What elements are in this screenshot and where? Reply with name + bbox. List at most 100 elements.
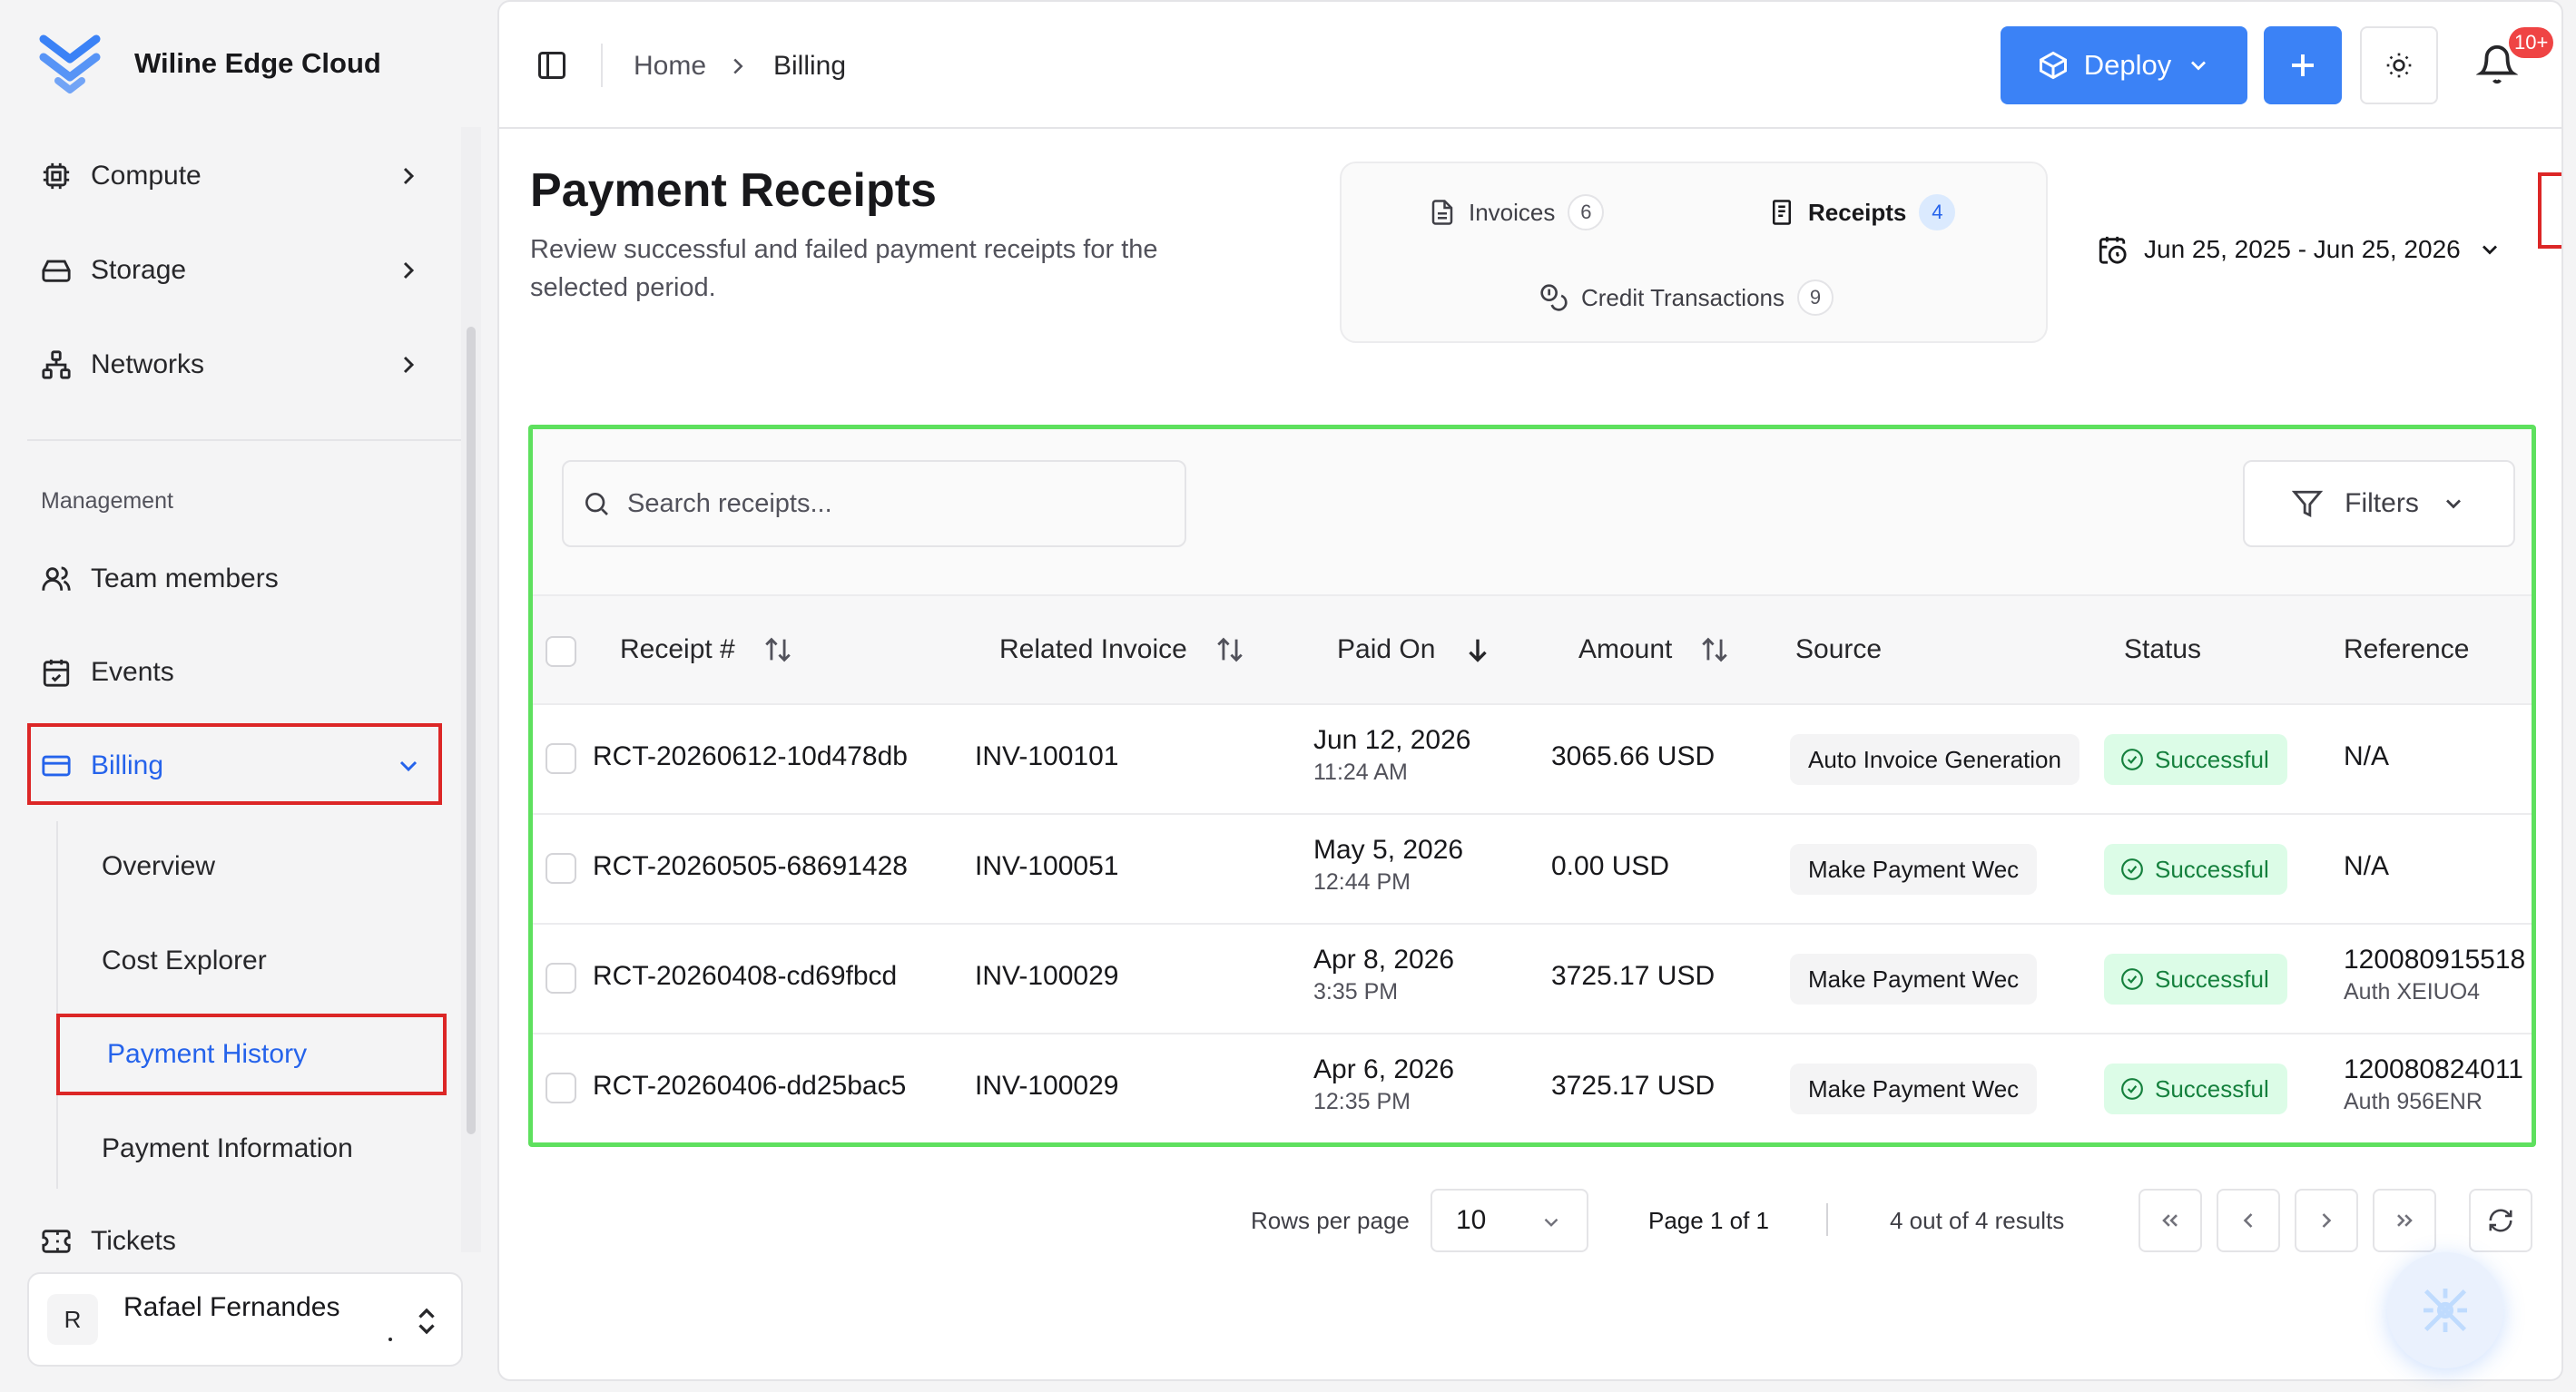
related-invoice[interactable]: INV-100051 — [975, 851, 1118, 882]
sort-icon — [1217, 637, 1243, 662]
sort-icon — [1702, 637, 1728, 662]
column-label: Receipt # — [620, 634, 735, 664]
top-bar: Home Billing Deploy 10+ — [499, 2, 2561, 129]
payment-history-highlight-box — [56, 1014, 447, 1095]
results-count: 4 out of 4 results — [1890, 1207, 2065, 1234]
tab-label: Credit Transactions — [1581, 283, 1785, 311]
sidebar-toggle-icon[interactable] — [536, 49, 568, 82]
add-button[interactable] — [2264, 26, 2342, 104]
tab-credit-transactions[interactable]: Credit Transactions 9 — [1539, 279, 1834, 316]
user-menu[interactable]: R Rafael Fernandes — [27, 1272, 463, 1367]
ticket-icon — [40, 1225, 73, 1258]
page-subtitle: Review successful and failed payment rec… — [530, 235, 1158, 302]
paid-date: Apr 6, 2026 — [1313, 1054, 1455, 1084]
previous-page-button[interactable] — [2217, 1189, 2280, 1252]
source-badge: Make Payment Wec — [1790, 844, 2038, 895]
calendar-clock-icon — [2099, 236, 2127, 264]
sidebar-subitem-cost-explorer[interactable]: Cost Explorer — [102, 946, 267, 976]
theme-toggle-button[interactable] — [2360, 26, 2438, 104]
column-header-reference: Reference — [2344, 634, 2469, 665]
row-checkbox[interactable] — [546, 853, 576, 884]
sidebar-item-label: Tickets — [91, 1226, 176, 1256]
sidebar-item-storage[interactable]: Storage — [27, 236, 436, 305]
amount: 3725.17 USD — [1551, 1071, 1716, 1101]
sort-icon — [764, 637, 791, 662]
first-page-button[interactable] — [2138, 1189, 2202, 1252]
sidebar-subitem-overview[interactable]: Overview — [102, 851, 215, 882]
user-status-dot — [388, 1338, 392, 1341]
coins-icon — [1540, 284, 1568, 311]
reference-value: N/A — [2344, 851, 2390, 881]
table-row[interactable]: RCT-20260612-10d478db INV-100101 Jun 12,… — [533, 705, 2532, 815]
deploy-button[interactable]: Deploy — [2001, 26, 2247, 104]
status-badge: Successful — [2104, 1064, 2287, 1114]
assistant-fab[interactable] — [2387, 1252, 2503, 1368]
related-invoice[interactable]: INV-100029 — [975, 1071, 1118, 1102]
cpu-icon — [40, 160, 73, 192]
receipt-icon — [1773, 200, 1791, 225]
chevrons-left-icon — [2162, 1214, 2178, 1227]
sidebar-item-events[interactable]: Events — [27, 638, 436, 707]
chevron-right-icon — [403, 167, 415, 185]
column-header-related-invoice[interactable]: Related Invoice — [999, 634, 1245, 665]
refresh-icon — [2489, 1209, 2512, 1232]
brand[interactable]: Wiline Edge Cloud — [36, 27, 381, 100]
source-badge: Make Payment Wec — [1790, 954, 2038, 1005]
paid-on: May 5, 2026 12:44 PM — [1313, 835, 1463, 896]
column-header-receipt[interactable]: Receipt # — [620, 634, 793, 665]
breadcrumb-home[interactable]: Home — [634, 51, 706, 82]
related-invoice[interactable]: INV-100101 — [975, 741, 1118, 772]
box-icon — [2039, 51, 2067, 80]
sidebar-scrollbar[interactable] — [467, 327, 476, 1134]
page-info: Page 1 of 1 — [1648, 1207, 1769, 1234]
tab-count: 4 — [1919, 194, 1956, 230]
paid-time: 12:35 PM — [1313, 1089, 1411, 1114]
receipt-number[interactable]: RCT-20260505-68691428 — [593, 851, 908, 882]
paid-on: Apr 8, 2026 3:35 PM — [1313, 945, 1454, 1005]
tab-receipts[interactable]: Receipts 4 — [1768, 194, 1956, 230]
select-all-checkbox[interactable] — [546, 636, 576, 667]
sidebar-item-label: Events — [91, 657, 174, 687]
table-row[interactable]: RCT-20260406-dd25bac5 INV-100029 Apr 6, … — [533, 1034, 2532, 1142]
filters-button[interactable]: Filters — [2243, 460, 2515, 547]
reference-value: 120080824011 — [2344, 1054, 2523, 1084]
avatar: R — [47, 1294, 98, 1345]
tab-invoices[interactable]: Invoices 6 — [1429, 194, 1605, 230]
table-row[interactable]: RCT-20260408-cd69fbcd INV-100029 Apr 8, … — [533, 925, 2532, 1034]
receipt-number[interactable]: RCT-20260612-10d478db — [593, 741, 908, 772]
column-header-paid-on[interactable]: Paid On — [1337, 634, 1493, 665]
check-circle-icon — [2121, 968, 2143, 990]
check-circle-icon — [2121, 858, 2143, 880]
sidebar-item-team-members[interactable]: Team members — [27, 544, 436, 613]
user-name: Rafael Fernandes — [123, 1292, 340, 1322]
sidebar-item-compute[interactable]: Compute — [27, 142, 436, 211]
chevron-right-icon — [403, 356, 415, 374]
rows-per-page-select[interactable]: 10 — [1431, 1189, 1588, 1252]
rows-per-page-label: Rows per page — [1251, 1207, 1410, 1234]
row-checkbox[interactable] — [546, 1073, 576, 1103]
table-row[interactable]: RCT-20260505-68691428 INV-100051 May 5, … — [533, 815, 2532, 925]
search-field[interactable] — [562, 460, 1186, 547]
chevron-right-icon — [2322, 1213, 2332, 1228]
tab-label: Invoices — [1469, 198, 1556, 226]
brand-name: Wiline Edge Cloud — [134, 47, 381, 79]
date-range-picker[interactable]: Jun 25, 2025 - Jun 25, 2026 — [2097, 234, 2502, 265]
table-body: RCT-20260612-10d478db INV-100101 Jun 12,… — [533, 705, 2532, 1142]
refresh-button[interactable] — [2469, 1189, 2532, 1252]
amount: 3725.17 USD — [1551, 961, 1716, 991]
receipt-number[interactable]: RCT-20260406-dd25bac5 — [593, 1071, 906, 1102]
sidebar-subitem-payment-information[interactable]: Payment Information — [102, 1133, 353, 1164]
related-invoice[interactable]: INV-100029 — [975, 961, 1118, 992]
amount: 3065.66 USD — [1551, 741, 1716, 771]
column-header-amount[interactable]: Amount — [1578, 634, 1730, 665]
row-checkbox[interactable] — [546, 963, 576, 994]
paid-date: Apr 8, 2026 — [1313, 945, 1455, 975]
next-page-button[interactable] — [2295, 1189, 2358, 1252]
search-input[interactable] — [627, 488, 1172, 519]
last-page-button[interactable] — [2373, 1189, 2436, 1252]
sidebar-item-tickets[interactable]: Tickets — [27, 1209, 436, 1274]
sidebar-item-networks[interactable]: Networks — [27, 330, 436, 399]
receipt-number[interactable]: RCT-20260408-cd69fbcd — [593, 961, 897, 992]
column-header-source: Source — [1795, 634, 1882, 665]
status-label: Successful — [2155, 745, 2269, 773]
